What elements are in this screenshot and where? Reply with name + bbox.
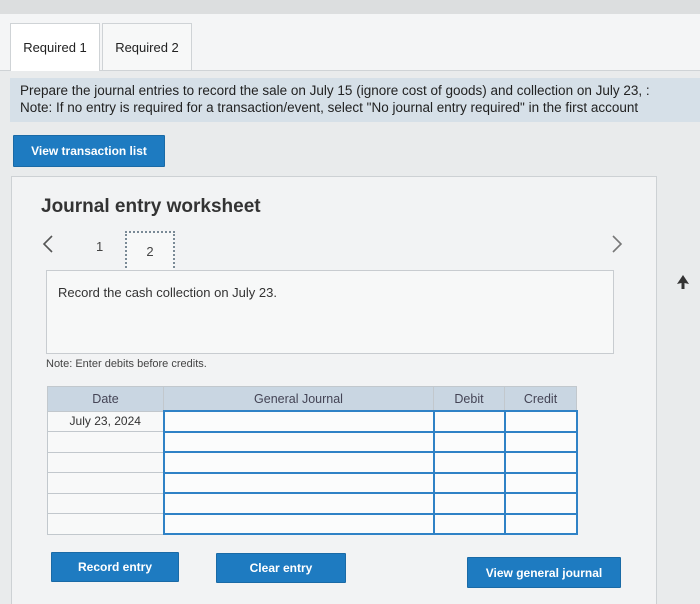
chevron-left-icon[interactable] xyxy=(42,234,54,259)
general-journal-column-header: General Journal xyxy=(163,386,434,412)
debit-input[interactable] xyxy=(432,410,506,433)
debit-column-header: Debit xyxy=(433,386,505,412)
record-entry-button[interactable]: Record entry xyxy=(51,552,179,582)
transaction-description: Record the cash collection on July 23. xyxy=(58,285,277,300)
credit-input[interactable] xyxy=(503,512,578,535)
top-strip xyxy=(0,0,700,14)
debit-input[interactable] xyxy=(432,492,506,515)
account-select[interactable] xyxy=(162,492,435,515)
tab-required-1[interactable]: Required 1 xyxy=(10,23,100,71)
worksheet-title: Journal entry worksheet xyxy=(41,196,261,217)
account-select[interactable] xyxy=(162,430,435,453)
date-cell[interactable] xyxy=(47,472,164,494)
instructions-line-1: Prepare the journal entries to record th… xyxy=(20,83,650,98)
tab-required-2-label: Required 2 xyxy=(115,39,179,55)
account-select[interactable] xyxy=(162,410,435,433)
date-cell[interactable] xyxy=(47,451,164,473)
table-row xyxy=(47,430,578,453)
account-select[interactable] xyxy=(162,512,435,535)
page-2-current[interactable]: 2 xyxy=(125,231,175,272)
page-1-link[interactable]: 1 xyxy=(96,239,103,254)
tab-bar: Required 1 Required 2 xyxy=(0,14,700,71)
view-general-journal-button[interactable]: View general journal xyxy=(467,557,621,588)
credit-input[interactable] xyxy=(503,471,578,494)
view-transaction-list-button[interactable]: View transaction list xyxy=(13,135,165,167)
mouse-pointer-icon xyxy=(676,274,690,295)
table-row xyxy=(47,471,578,494)
account-select[interactable] xyxy=(162,471,435,494)
table-row: July 23, 2024 xyxy=(47,410,578,433)
debit-input[interactable] xyxy=(432,430,506,453)
date-cell[interactable] xyxy=(47,431,164,453)
clear-entry-button[interactable]: Clear entry xyxy=(216,553,346,583)
journal-header-row: Date General Journal Debit Credit xyxy=(47,386,577,412)
date-cell[interactable]: July 23, 2024 xyxy=(47,410,164,432)
account-select[interactable] xyxy=(162,451,435,474)
chevron-right-icon[interactable] xyxy=(611,234,623,259)
debit-input[interactable] xyxy=(432,512,506,535)
tab-required-1-label: Required 1 xyxy=(23,40,87,55)
credit-input[interactable] xyxy=(503,410,578,433)
credit-input[interactable] xyxy=(503,430,578,453)
transaction-description-box xyxy=(46,270,614,354)
instructions-box: Prepare the journal entries to record th… xyxy=(10,78,700,122)
date-cell[interactable] xyxy=(47,513,164,535)
page-2-label: 2 xyxy=(146,244,154,259)
debits-credits-note: Note: Enter debits before credits. xyxy=(46,358,207,370)
table-row xyxy=(47,512,578,535)
debit-input[interactable] xyxy=(432,471,506,494)
journal-entry-table: Date General Journal Debit Credit July 2… xyxy=(47,386,578,535)
credit-column-header: Credit xyxy=(504,386,577,412)
instructions-note: Note: If no entry is required for a tran… xyxy=(20,100,639,115)
date-column-header: Date xyxy=(47,386,164,412)
tab-required-2[interactable]: Required 2 xyxy=(102,23,192,70)
credit-input[interactable] xyxy=(503,492,578,515)
debit-input[interactable] xyxy=(432,451,506,474)
table-row xyxy=(47,492,578,515)
credit-input[interactable] xyxy=(503,451,578,474)
table-row xyxy=(47,451,578,474)
date-cell[interactable] xyxy=(47,492,164,514)
